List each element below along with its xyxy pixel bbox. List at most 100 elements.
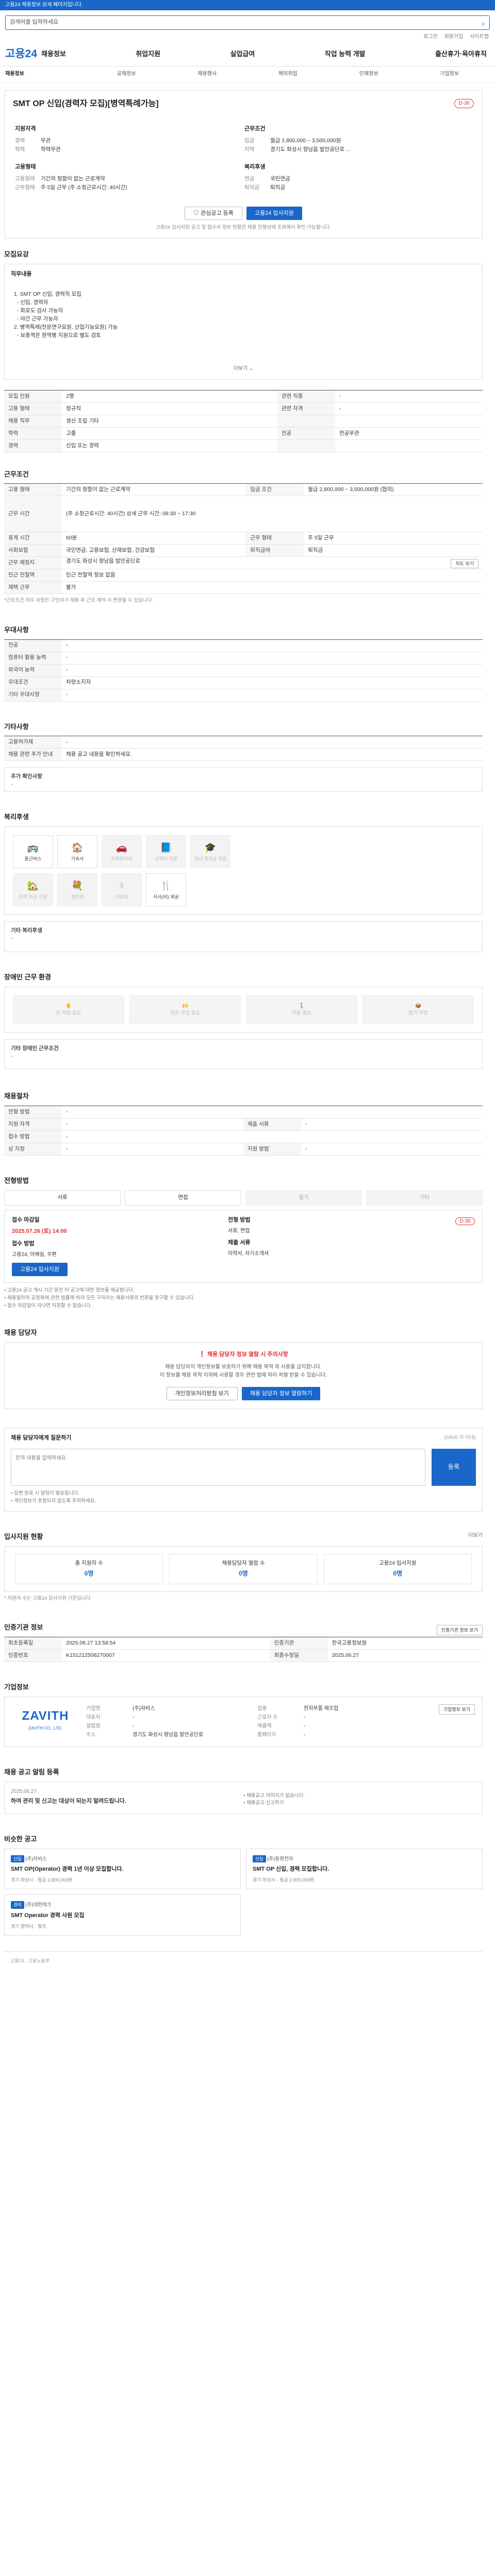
- section-title: 근무조건: [4, 470, 29, 478]
- more-button[interactable]: 더보기 ⌄: [11, 365, 476, 373]
- schedule-dday-badge: D-36: [455, 1217, 475, 1225]
- footer: 고용24 · 고용노동부: [4, 1951, 483, 1972]
- welfare-section: 복리후생 🚌 통근버스 🏠 기숙사 🚗 차량유지비 📘 교육비 지원 🎓 자녀 학자금 지원 🏡 주…: [4, 812, 483, 953]
- inquiry-textarea[interactable]: [11, 1448, 425, 1486]
- section-title: 전형방법: [4, 1176, 29, 1184]
- search-input[interactable]: 검색어를 입력하세요 ⌕: [5, 15, 490, 30]
- table-header: 인증번호: [4, 1649, 62, 1662]
- subnav-item[interactable]: 해외취업: [248, 71, 328, 78]
- privacy-policy-button[interactable]: 개인정보처리방침 보기: [166, 1387, 238, 1401]
- heart-icon: ♡: [193, 210, 201, 216]
- work-conditions-section: 근무조건 고용 형태 기간의 정함이 없는 근로계약 임금 조건 월급 2,800,0…: [4, 470, 483, 605]
- login-link[interactable]: 로그인: [423, 34, 438, 40]
- table-header: 퇴직급여: [246, 544, 304, 557]
- notice-section: 채용 공고 알림 등록 2025.06.27 하여 관리 및 신고는 대상이 되…: [4, 1768, 483, 1815]
- table-cell: 월급 2,800,000 ~ 3,500,000원 (협의): [304, 483, 483, 497]
- signup-link[interactable]: 회원가입: [444, 34, 464, 40]
- table-cell: -: [62, 1130, 483, 1143]
- site-logo[interactable]: 고용24: [5, 46, 41, 62]
- applicants-more-link[interactable]: 더보기: [468, 1532, 483, 1546]
- welfare-item: 🏡 주택 자금 지원: [13, 873, 53, 907]
- table-cell: -: [335, 390, 483, 403]
- notice-box: 2025.06.27 하여 관리 및 신고는 대상이 되는지 알려드립니다. •…: [4, 1781, 483, 1815]
- table-header: 재택 근무: [4, 581, 62, 595]
- welfare-label: 주택 자금 지원: [19, 894, 47, 900]
- similar-job-card[interactable]: 경력 (주)대한테크 SMT Operator 경력 사원 모집 경기 평택시 · …: [4, 1894, 241, 1936]
- work-conditions-table: 고용 형태 기간의 정함이 없는 근로계약 임금 조건 월급 2,800,000 ~ …: [4, 483, 483, 595]
- subnav-item[interactable]: 인재정보: [328, 71, 409, 78]
- table-cell: -: [62, 689, 483, 702]
- similar-job-card[interactable]: 신입 (주)자비스 SMT OP(Operator) 경력 1년 이상 모집합니다…: [4, 1848, 241, 1890]
- stat-card: 고용24 입사지원 0명: [323, 1554, 472, 1584]
- kv-value: 주 5일 근무 (주 소정근로시간: 40시간): [41, 184, 127, 191]
- table-cell: -: [62, 1143, 243, 1156]
- table-row: 고용허가제 -: [4, 736, 483, 749]
- info-key: 업종: [257, 1705, 267, 1711]
- subnav-item[interactable]: 기업정보: [409, 71, 490, 78]
- contact-alert-box: ❗ 채용 담당자 정보 열람 시 주의사항 채용 담당자의 개인정보를 보호하기…: [4, 1342, 483, 1410]
- section-title: 비슷한 공고: [4, 1835, 37, 1843]
- walk-icon: 🚶: [299, 1003, 305, 1009]
- map-button[interactable]: 지도 보기: [451, 559, 478, 569]
- nav-maternity[interactable]: 출산휴가·육아휴직: [435, 49, 487, 59]
- table-cell: 한국고용정보원: [327, 1637, 483, 1650]
- kv-value: 국민연금: [270, 175, 290, 182]
- view-contact-button[interactable]: 채용 담당자 정보 열람하기: [241, 1387, 321, 1401]
- table-row: 채용 관련 추가 안내 채용 공고 내용을 확인하세요.: [4, 748, 483, 761]
- subnav-item[interactable]: 채용행사: [167, 71, 248, 78]
- info-value: -: [304, 1723, 306, 1729]
- registration-info-button[interactable]: 인증기관 정보 보기: [436, 1624, 483, 1635]
- table-cell: -: [62, 639, 483, 652]
- top-notice-bar: 고용24 채용정보 상세 페이지입니다.: [0, 0, 495, 10]
- table-header: 채용 관련 추가 안내: [4, 748, 62, 761]
- table-header: [277, 415, 335, 428]
- welfare-label: 의료비: [115, 894, 128, 900]
- sitemap-link[interactable]: 사이트맵: [470, 34, 489, 40]
- notice-title: 하여 관리 및 신고는 대상이 되는지 알려드립니다.: [11, 1798, 126, 1805]
- schedule-box: 접수 마감일 2025.07.26 (토) 14:00 접수 방법 고용24, …: [4, 1209, 483, 1283]
- table-header: 사회보험: [4, 544, 62, 557]
- search-icon[interactable]: ⌕: [482, 19, 485, 29]
- table-header: 최종수정일: [270, 1649, 328, 1662]
- dday-badge: D-36: [454, 98, 474, 109]
- table-cell: 신입 또는 경력: [62, 439, 277, 452]
- selection-step: 서류: [4, 1190, 121, 1206]
- schedule-notes: • 고용24 공고 게시 기간 동안 이 공고에 대한 정보를 제공합니다. •…: [4, 1287, 483, 1310]
- info-value: 경기도 화성시 향남읍 발안공단로: [133, 1732, 204, 1738]
- apply-method-label: 접수 방법: [12, 1240, 35, 1247]
- method-label: 전형 방법: [228, 1216, 251, 1223]
- table-row: 경력 신입 또는 경력: [4, 439, 483, 452]
- nav-employment-support[interactable]: 취업지원: [136, 49, 160, 59]
- company-info-button[interactable]: 기업정보 보기: [438, 1704, 475, 1715]
- table-header: 외국어 능력: [4, 664, 62, 677]
- welfare-icon: ⚕: [119, 880, 124, 891]
- kv-key: 임금: [244, 137, 255, 144]
- nav-jobs[interactable]: 채용정보: [41, 49, 66, 59]
- add-favorite-button[interactable]: ♡ 관심공고 등록: [185, 206, 242, 220]
- stat-card: 채용담당자 열람 수 0명: [169, 1554, 318, 1584]
- table-header: 휴게 시간: [4, 532, 62, 545]
- tile-label: 들기 작업: [408, 1010, 428, 1016]
- note-line: • 접수 마감일이 지나면 지원할 수 없습니다.: [4, 1302, 92, 1309]
- apply-button[interactable]: 고용24 입사지원: [246, 206, 302, 220]
- info-value: (주)자비스: [133, 1705, 155, 1711]
- submit-docs-value: 이력서, 자기소개서: [228, 1251, 269, 1257]
- subnav-item[interactable]: 공채정보: [86, 71, 167, 78]
- similar-job-card[interactable]: 신입 (주)동명전자 SMT OP 신입, 경력 모집합니다. 경기 화성시 · 월…: [246, 1848, 483, 1890]
- company-name: (주)대한테크: [24, 1902, 52, 1908]
- nav-training[interactable]: 직업 능력 개발: [325, 49, 366, 59]
- inquiry-submit-button[interactable]: 등록: [432, 1448, 476, 1486]
- section-title: 채용 담당자: [4, 1329, 37, 1337]
- company-name: (주)동명전자: [266, 1856, 293, 1862]
- nav-unemployment-benefit[interactable]: 실업급여: [230, 49, 255, 59]
- info-key: 홈페이지: [257, 1732, 276, 1738]
- welfare-item: 🚗 차량유지비: [102, 835, 142, 869]
- schedule-apply-button[interactable]: 고용24 입사지원: [12, 1263, 68, 1277]
- subnav-item[interactable]: 채용정보: [5, 71, 86, 78]
- company-info: 기업명 (주)자비스 업종 전자부품 제조업 대표자 - 근로자 수 - 설립일 - 매출…: [79, 1704, 428, 1739]
- similar-job-title: SMT OP(Operator) 경력 1년 이상 모집합니다.: [11, 1866, 124, 1873]
- add-favorite-label: 관심공고 등록: [201, 210, 234, 216]
- notice-report-link[interactable]: • 채용공고 신고하기: [243, 1800, 476, 1807]
- similar-job-title: SMT Operator 경력 사원 모집: [11, 1912, 85, 1919]
- kv-key: 학력: [15, 146, 25, 152]
